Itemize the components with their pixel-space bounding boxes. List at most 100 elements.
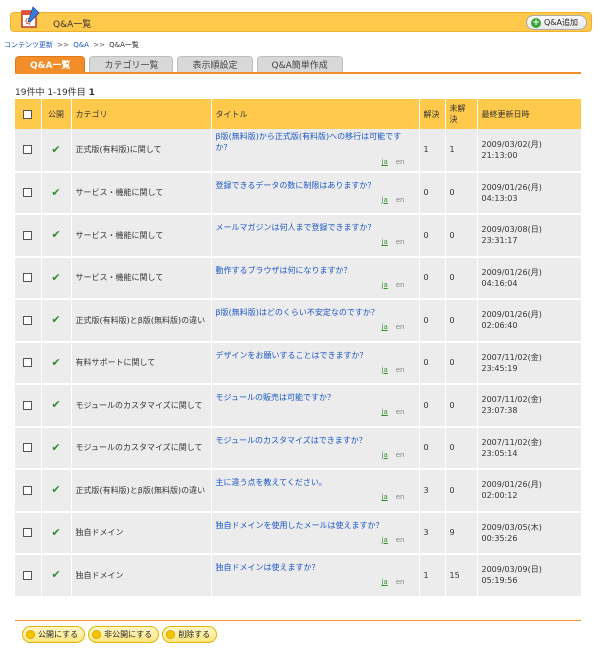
- lang-en-link[interactable]: en: [396, 323, 405, 331]
- updated-time: 04:13:03: [481, 193, 518, 203]
- row-select-cell: [15, 171, 42, 215]
- question-title-link[interactable]: β版(無料版)から正式版(有料版)への移行は可能ですか？: [216, 131, 415, 153]
- question-title-link[interactable]: 主に違う点を教えてください。: [216, 477, 415, 488]
- lang-en-link[interactable]: en: [396, 196, 405, 204]
- question-title-link[interactable]: 動作するブラウザは何になりますか？: [216, 265, 415, 276]
- row-checkbox[interactable]: [23, 230, 33, 240]
- row-checkbox[interactable]: [23, 358, 33, 368]
- table-row: ✔ 独自ドメイン 独自ドメインを使用したメールは使えますか？ ja en 3 9 2009/0…: [15, 511, 582, 555]
- row-checkbox[interactable]: [23, 188, 33, 198]
- lang-ja-link[interactable]: ja: [382, 366, 388, 374]
- title-cell: デザインをお願いすることはできますか？ ja en: [211, 341, 420, 385]
- row-checkbox[interactable]: [23, 400, 33, 410]
- updated-datetime: 2009/01/26(月) 04:13:03: [477, 171, 582, 215]
- resolved-count: 0: [419, 426, 446, 470]
- row-checkbox[interactable]: [23, 145, 33, 155]
- language-links: ja en: [216, 407, 405, 418]
- row-checkbox[interactable]: [23, 570, 33, 580]
- lang-en-link[interactable]: en: [396, 578, 405, 586]
- check-icon[interactable]: ✔: [51, 143, 60, 156]
- lang-en-link[interactable]: en: [396, 366, 405, 374]
- question-title-link[interactable]: モジュールの販売は可能ですか？: [216, 392, 415, 403]
- lang-en-link[interactable]: en: [396, 451, 405, 459]
- publish-button[interactable]: 公開にする: [22, 626, 86, 643]
- resolved-count: 0: [419, 341, 446, 385]
- tab-qa-list[interactable]: Q&A一覧: [15, 56, 86, 72]
- table-row: ✔ サービス・機能に関して 動作するブラウザは何になりますか？ ja en 0 0 2009/…: [15, 256, 582, 300]
- lang-ja-link[interactable]: ja: [382, 451, 388, 459]
- lang-ja-link[interactable]: ja: [382, 578, 388, 586]
- row-checkbox[interactable]: [23, 485, 33, 495]
- lang-ja-link[interactable]: ja: [382, 493, 388, 501]
- question-title-link[interactable]: 独自ドメインは使えますか？: [216, 562, 415, 573]
- question-title-link[interactable]: モジュールのカスタマイズはできますか？: [216, 435, 415, 446]
- check-icon[interactable]: ✔: [51, 398, 60, 411]
- lang-en-link[interactable]: en: [396, 536, 405, 544]
- question-title-link[interactable]: 独自ドメインを使用したメールは使えますか？: [216, 520, 415, 531]
- lang-en-link[interactable]: en: [396, 281, 405, 289]
- lang-ja-link[interactable]: ja: [382, 238, 388, 246]
- tab-display-order[interactable]: 表示順設定: [177, 56, 253, 72]
- unpublish-button[interactable]: 非公開にする: [88, 626, 160, 643]
- delete-button[interactable]: 削除する: [162, 626, 218, 643]
- question-title-link[interactable]: 登録できるデータの数に制限はありますか？: [216, 180, 415, 191]
- check-icon[interactable]: ✔: [51, 228, 60, 241]
- check-icon[interactable]: ✔: [51, 441, 60, 454]
- lang-ja-link[interactable]: ja: [382, 281, 388, 289]
- unresolved-count: 0: [445, 299, 478, 343]
- table-row: ✔ 正式版(有料版)に関して β版(無料版)から正式版(有料版)への移行は可能ですか…: [15, 129, 582, 173]
- title-cell: 動作するブラウザは何になりますか？ ja en: [211, 256, 420, 300]
- tab-category-list[interactable]: カテゴリ一覧: [89, 56, 174, 72]
- publish-status-cell: ✔: [41, 384, 72, 428]
- lang-en-link[interactable]: en: [396, 408, 405, 416]
- row-checkbox[interactable]: [23, 315, 33, 325]
- qa-table: 公開 カテゴリ タイトル 解決 未解決 最終更新日時 ✔ 正式版(有料版)に関して…: [15, 99, 582, 598]
- row-checkbox[interactable]: [23, 443, 33, 453]
- check-icon[interactable]: ✔: [51, 568, 60, 581]
- updated-datetime: 2009/01/26(月) 02:00:12: [477, 469, 582, 513]
- lang-ja-link[interactable]: ja: [382, 408, 388, 416]
- lang-en-link[interactable]: en: [396, 158, 405, 166]
- lang-en-link[interactable]: en: [396, 238, 405, 246]
- question-title-link[interactable]: デザインをお願いすることはできますか？: [216, 350, 415, 361]
- category-cell: 独自ドメイン: [71, 554, 212, 598]
- breadcrumb-current: Q&A一覧: [109, 41, 139, 49]
- title-cell: 独自ドメインを使用したメールは使えますか？ ja en: [211, 511, 420, 555]
- language-links: ja en: [216, 450, 405, 461]
- unresolved-count: 0: [445, 256, 478, 300]
- row-checkbox[interactable]: [23, 273, 33, 283]
- publish-status-cell: ✔: [41, 214, 72, 258]
- table-row: ✔ サービス・機能に関して メールマガジンは何人まで登録できますか？ ja en 0 0 20…: [15, 214, 582, 258]
- add-qa-button[interactable]: + Q&A追加: [525, 15, 587, 30]
- lang-ja-link[interactable]: ja: [382, 323, 388, 331]
- updated-date: 2007/11/02(金): [481, 437, 542, 447]
- breadcrumb-qa[interactable]: Q&A: [73, 41, 89, 49]
- select-all-checkbox[interactable]: [23, 109, 33, 119]
- category-cell: 正式版(有料版)とβ版(無料版)の違い: [71, 469, 212, 513]
- updated-date: 2009/03/05(木): [481, 522, 542, 532]
- lang-ja-link[interactable]: ja: [382, 158, 388, 166]
- row-checkbox[interactable]: [23, 528, 33, 538]
- title-cell: モジュールのカスタマイズはできますか？ ja en: [211, 426, 420, 470]
- check-icon[interactable]: ✔: [51, 313, 60, 326]
- tab-qa-quick-create[interactable]: Q&A簡単作成: [256, 56, 343, 72]
- question-title-link[interactable]: メールマガジンは何人まで登録できますか？: [216, 222, 415, 233]
- category-cell: サービス・機能に関して: [71, 256, 212, 300]
- table-row: ✔ 正式版(有料版)とβ版(無料版)の違い β版(無料版)はどのくらい不安定なのです…: [15, 299, 582, 343]
- question-title-link[interactable]: β版(無料版)はどのくらい不安定なのですか？: [216, 307, 415, 318]
- breadcrumb-content-update[interactable]: コンテンツ更新: [4, 41, 53, 49]
- category-cell: モジュールのカスタマイズに関して: [71, 384, 212, 428]
- check-icon[interactable]: ✔: [51, 526, 60, 539]
- check-icon[interactable]: ✔: [51, 271, 60, 284]
- title-cell: 独自ドメインは使えますか？ ja en: [211, 554, 420, 598]
- table-row: ✔ モジュールのカスタマイズに関して モジュールの販売は可能ですか？ ja en 0 0 20…: [15, 384, 582, 428]
- updated-time: 00:35:26: [481, 533, 518, 543]
- check-icon[interactable]: ✔: [51, 186, 60, 199]
- check-icon[interactable]: ✔: [51, 483, 60, 496]
- lang-ja-link[interactable]: ja: [382, 196, 388, 204]
- lang-ja-link[interactable]: ja: [382, 536, 388, 544]
- check-icon[interactable]: ✔: [51, 356, 60, 369]
- publish-status-cell: ✔: [41, 554, 72, 598]
- page-number[interactable]: 1: [89, 88, 95, 98]
- lang-en-link[interactable]: en: [396, 493, 405, 501]
